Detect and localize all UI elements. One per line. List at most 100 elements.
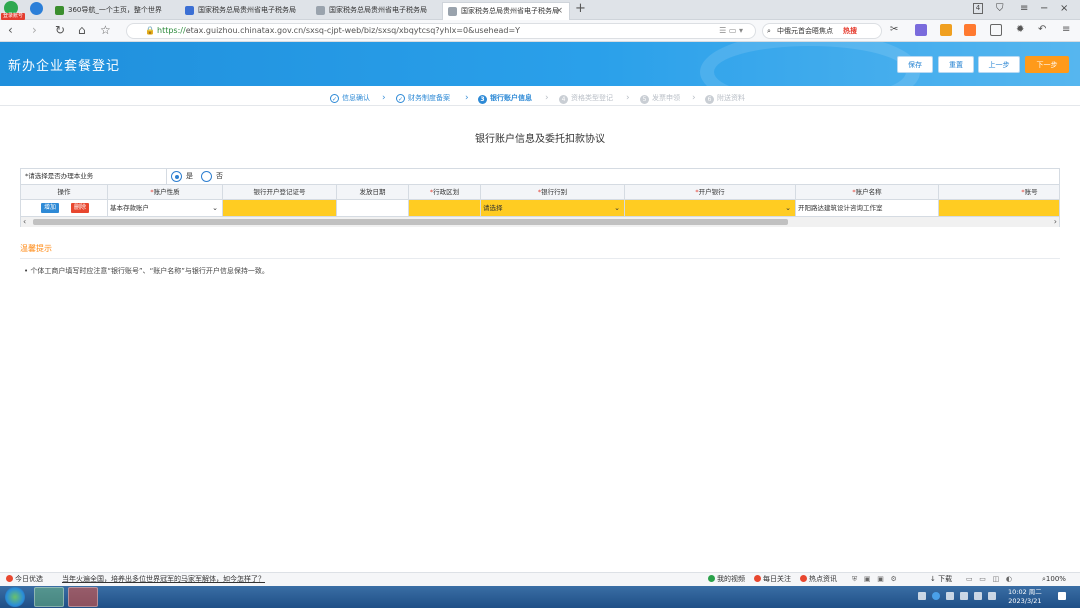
next-step-button[interactable]: 下一步 [1025,56,1069,73]
save-button[interactable]: 保存 [897,56,933,73]
game-icon[interactable] [964,24,976,36]
home-icon[interactable]: ⌂ [78,23,86,37]
tray-settings-icon[interactable] [946,592,954,600]
tray-flag-icon[interactable] [960,592,968,600]
more-icon[interactable]: ≡ [1062,24,1074,36]
close-tab-icon[interactable]: × [555,3,563,20]
settings-icon[interactable]: ✹ [1016,24,1028,36]
tray-keyboard-icon[interactable] [918,592,926,600]
tab-etax-active[interactable]: 国家税务总局贵州省电子税务局 × [442,2,570,20]
add-row-button[interactable]: 增加 [41,203,59,213]
col-label: 账户性质 [153,188,180,196]
col-district: *行政区划 [409,185,481,199]
extension-icon[interactable] [915,24,927,36]
col-label: 开户银行 [698,188,725,196]
today-picks[interactable]: 今日优选 [6,573,43,586]
account-name-input[interactable]: 开阳路达建筑设计咨询工作室 [796,200,939,216]
tray-help-icon[interactable] [932,592,940,600]
bank-reg-no-input[interactable] [223,200,337,216]
prev-step-button[interactable]: 上一步 [978,56,1020,73]
reader-icon[interactable]: ☰ ▭ ▾ [719,24,743,38]
account-type-value: 基本存款账户 [110,204,149,212]
tray-volume-icon[interactable] [988,592,996,600]
scroll-thumb[interactable] [33,219,788,225]
bank-select[interactable]: ⌄ [625,200,796,216]
star-icon[interactable]: ☆ [100,23,111,37]
tab-360-nav[interactable]: 360导航_一个主页，整个世界 [50,2,178,20]
tab-strip: 登录账号 360导航_一个主页，整个世界 国家税务总局贵州省电子税务局 国家税务… [0,0,1080,20]
delete-row-button[interactable]: 删除 [71,203,89,213]
new-tab-icon[interactable]: + [575,1,586,16]
search-box[interactable]: ⌕ 中俄元首会晤焦点 热搜 [762,23,882,39]
scroll-left-icon[interactable]: ‹ [23,217,26,227]
taskbar-clock[interactable]: 10:02 周二 2023/3/21 [1008,588,1042,606]
zoom-level[interactable]: ⌕100% [1042,573,1066,586]
tab-label: 国家税务总局贵州省电子税务局 [198,6,296,14]
bank-type-select[interactable]: 请选择 ⌄ [481,200,625,216]
hot-news[interactable]: 热点资讯 [800,573,837,586]
col-account-name: *账户名称 [796,185,939,199]
windows-taskbar: 10:02 周二 2023/3/21 [0,586,1080,608]
form-title: 银行账户信息及委托扣款协议 [475,134,605,145]
horizontal-scrollbar[interactable]: ‹ › [21,217,1059,227]
taskbar-wps[interactable] [68,587,98,607]
shield-icon[interactable] [940,24,952,36]
step-qualification[interactable]: 4 资格类型登记 [559,90,613,106]
account-type-select[interactable]: 基本存款账户 ⌄ [108,200,223,216]
district-input[interactable] [409,200,481,216]
chevron-down-icon: ⌄ [212,204,218,212]
radio-yes[interactable] [171,171,182,182]
reset-button[interactable]: 重置 [938,56,974,73]
close-window-icon[interactable]: × [1060,3,1068,14]
step-finance-filing[interactable]: ✓ 财务制度备案 [396,90,450,106]
minimize-icon[interactable]: − [1040,3,1048,14]
tip-item: • 个体工商户填写时应注意“银行账号”、“账户名称”与银行开户信息保持一致。 [24,267,269,275]
daily-focus[interactable]: 每日关注 [754,573,791,586]
scroll-right-icon[interactable]: › [1054,217,1057,227]
tray-network-icon[interactable] [974,592,982,600]
undo-icon[interactable]: ↶ [1038,24,1050,36]
step-info-confirm[interactable]: ✓ 信息确认 [330,90,370,106]
refresh-icon[interactable]: ↻ [55,23,65,37]
hot-search-label: 热搜 [843,27,857,35]
taskbar-browser[interactable] [34,587,64,607]
col-issue-date: 发放日期 [337,185,409,199]
scissors-icon[interactable]: ✂ [890,24,902,36]
search-icon: ⌕ [767,27,771,35]
forward-icon[interactable]: › [32,23,37,37]
shirt-icon[interactable]: ⛉ [996,3,1004,14]
radio-no[interactable] [201,171,212,182]
start-button[interactable] [5,587,25,607]
status-tool-icons-2[interactable]: ▭ ▭ ◫ ◐ [966,573,1012,586]
col-label: 行政区划 [433,188,460,196]
issue-date-input[interactable] [337,200,409,216]
menu-icon[interactable]: ≡ [1020,3,1028,14]
account-no-input[interactable] [939,200,1059,216]
step-invoice[interactable]: 5 发票申领 [640,90,680,106]
business-question-row: *请选择是否办理本业务 是 否 [20,168,1060,185]
step-bank-account[interactable]: 3 银行账户信息 [478,90,532,106]
address-toolbar: ‹ › ↻ ⌂ ☆ 🔒 https://etax.guizhou.chinata… [0,20,1080,42]
login-badge[interactable]: 登录账号 [1,13,25,20]
chevron-right-icon: › [382,93,386,103]
lock-icon: 🔒 [145,26,155,35]
my-video[interactable]: 我的视频 [708,573,745,586]
tab-favicon-icon [55,6,64,15]
tab-etax-2[interactable]: 国家税务总局贵州省电子税务局 [311,2,441,20]
news-link[interactable]: 当年火遍全国，培养出多位世界冠军的马家军解体，如今怎样了？ [62,573,265,586]
step-attachments[interactable]: 6 附送资料 [705,90,745,106]
status-tool-icons[interactable]: ⛨ ▣ ▣ ⚙ [852,573,897,586]
step-number-icon: 3 [478,95,487,104]
address-bar[interactable]: 🔒 https://etax.guizhou.chinatax.gov.cn/s… [126,23,756,39]
focus-label: 每日关注 [763,575,791,583]
bank-type-value: 请选择 [483,204,503,212]
tab-etax-1[interactable]: 国家税务总局贵州省电子税务局 [180,2,310,20]
flame-icon [754,575,761,582]
chevron-down-icon: ⌄ [614,204,620,212]
grid-icon[interactable] [990,24,1002,36]
show-desktop-icon[interactable] [1058,592,1066,600]
download[interactable]: ↓ 下载 [930,573,952,586]
back-icon[interactable]: ‹ [8,23,13,37]
compass-icon[interactable] [30,2,43,15]
tab-count-badge[interactable]: 4 [973,3,983,14]
